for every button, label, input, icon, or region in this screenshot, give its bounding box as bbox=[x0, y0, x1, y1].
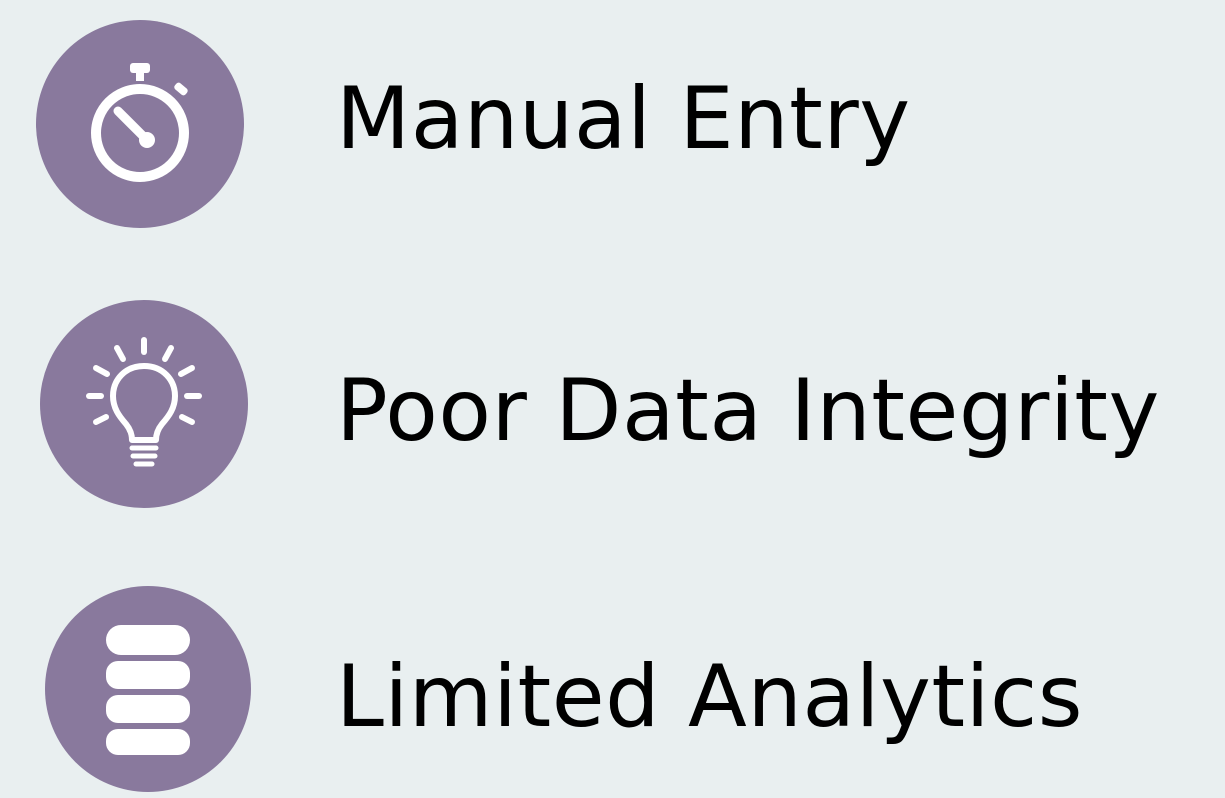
stopwatch-icon bbox=[36, 20, 244, 228]
item-label: Limited Analytics bbox=[336, 647, 1084, 747]
item-label: Manual Entry bbox=[336, 69, 911, 169]
database-icon bbox=[45, 586, 251, 792]
item-limited-analytics: Limited Analytics bbox=[0, 568, 1225, 798]
lightbulb-icon bbox=[40, 300, 248, 508]
item-label: Poor Data Integrity bbox=[336, 361, 1160, 461]
item-poor-data-integrity: Poor Data Integrity bbox=[0, 290, 1225, 520]
item-manual-entry: Manual Entry bbox=[0, 10, 1225, 240]
